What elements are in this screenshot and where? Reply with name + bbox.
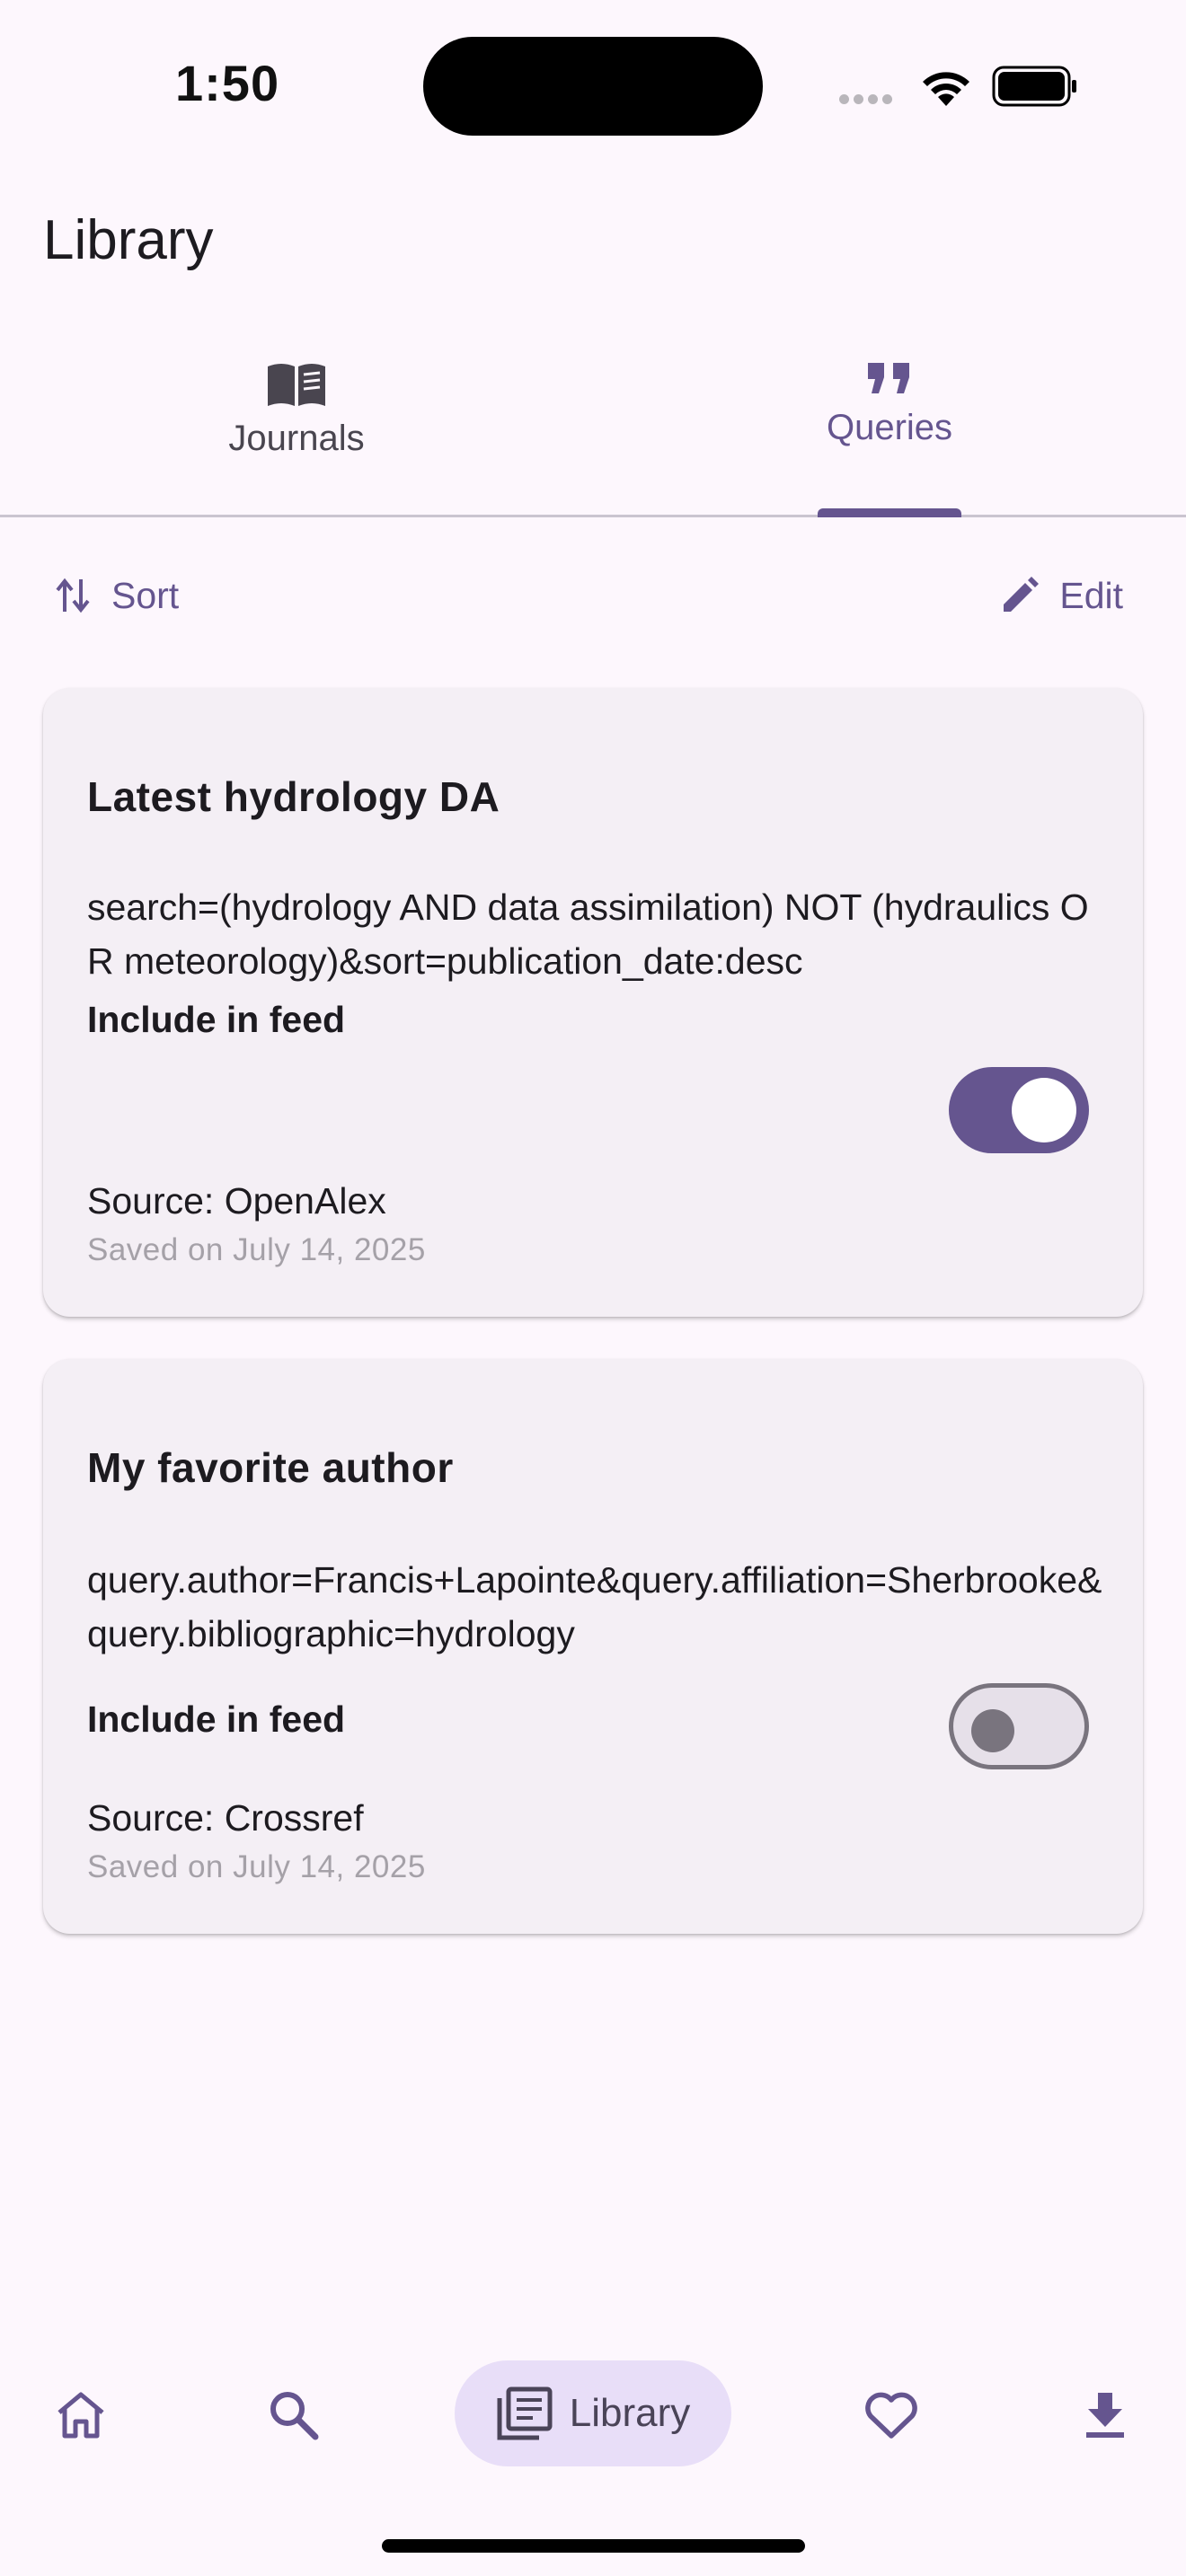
include-in-feed-toggle[interactable] (949, 1683, 1089, 1769)
book-icon (268, 364, 325, 406)
include-in-feed-toggle[interactable] (949, 1067, 1089, 1153)
include-in-feed-label: Include in feed (87, 1698, 346, 1740)
nav-home[interactable] (36, 2360, 126, 2468)
dynamic-island (423, 37, 763, 136)
page-title: Library (43, 209, 214, 271)
sort-icon (56, 578, 90, 613)
tab-journals-label: Journals (228, 419, 365, 458)
tab-selected-indicator (818, 508, 961, 517)
sort-label: Sort (111, 574, 180, 616)
toggle-knob (971, 1709, 1014, 1752)
home-icon (58, 2392, 104, 2439)
edit-button[interactable]: Edit (1000, 564, 1123, 627)
query-source: Source: Crossref (87, 1797, 364, 1839)
battery-icon (992, 66, 1076, 107)
nav-library[interactable]: Library (455, 2360, 731, 2466)
pencil-icon (1004, 577, 1040, 612)
cellular-signal-icon (839, 93, 897, 109)
saved-date: Saved on July 14, 2025 (87, 1849, 426, 1884)
tab-queries-label: Queries (826, 408, 953, 447)
include-in-feed-label: Include in feed (87, 999, 346, 1040)
nav-library-label: Library (569, 2391, 691, 2435)
query-string: query.author=Francis+Lapointe&query.affi… (87, 1559, 1102, 1654)
wifi-icon (923, 72, 969, 106)
saved-date: Saved on July 14, 2025 (87, 1232, 426, 1267)
nav-favorites[interactable] (846, 2360, 936, 2468)
home-indicator (382, 2539, 805, 2553)
query-title: Latest hydrology DA (87, 773, 500, 820)
nav-downloads[interactable] (1060, 2360, 1150, 2468)
tab-journals[interactable]: Journals (148, 341, 445, 512)
library-icon (497, 2386, 553, 2440)
nav-search[interactable] (248, 2360, 338, 2468)
search-icon (270, 2392, 319, 2440)
edit-label: Edit (1059, 574, 1123, 616)
query-title: My favorite author (87, 1444, 454, 1491)
query-card[interactable]: My favorite author query.author=Francis+… (43, 1359, 1143, 1934)
heart-icon (865, 2392, 917, 2439)
status-time: 1:50 (175, 55, 280, 111)
tab-queries[interactable]: Queries (741, 341, 1038, 512)
sort-button[interactable]: Sort (54, 564, 179, 627)
quote-icon (868, 363, 909, 393)
query-card[interactable]: Latest hydrology DA search=(hydrology AN… (43, 688, 1143, 1317)
query-string: search=(hydrology AND data assimilation)… (87, 887, 1089, 982)
toggle-knob (1012, 1078, 1076, 1142)
download-icon (1086, 2393, 1124, 2438)
tab-divider (0, 515, 1186, 517)
query-source: Source: OpenAlex (87, 1180, 386, 1222)
